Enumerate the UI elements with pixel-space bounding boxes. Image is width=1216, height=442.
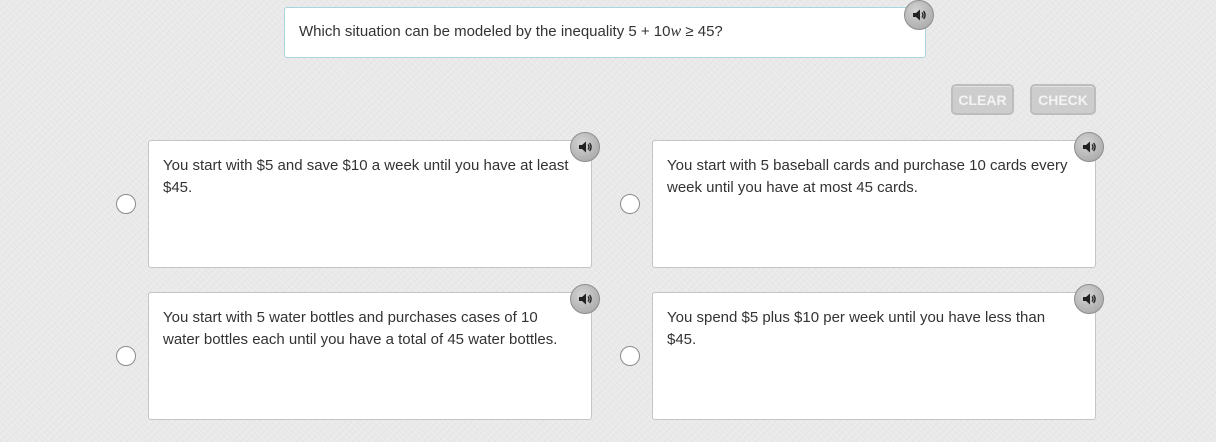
- option-d-speaker-icon[interactable]: [1074, 284, 1104, 314]
- option-c-radio[interactable]: [116, 346, 136, 366]
- option-a-radio[interactable]: [116, 194, 136, 214]
- speaker-icon: [579, 141, 592, 153]
- option-d-text: You spend $5 plus $10 per week until you…: [667, 309, 1046, 348]
- speaker-icon: [1083, 141, 1096, 153]
- question-variable: w: [670, 23, 682, 40]
- option-c-speaker-icon[interactable]: [570, 284, 600, 314]
- question-suffix: ≥ 45?: [681, 23, 723, 40]
- option-a-card[interactable]: You start with $5 and save $10 a week un…: [148, 140, 592, 268]
- question-box: Which situation can be modeled by the in…: [284, 7, 926, 58]
- option-b-text: You start with 5 baseball cards and purc…: [667, 157, 1068, 196]
- speaker-icon: [913, 9, 926, 21]
- option-d-radio[interactable]: [620, 346, 640, 366]
- question-text: Which situation can be modeled by the in…: [299, 23, 723, 41]
- question-prefix: Which situation can be modeled by the in…: [299, 23, 671, 40]
- option-b-card[interactable]: You start with 5 baseball cards and purc…: [652, 140, 1096, 268]
- option-a-speaker-icon[interactable]: [570, 132, 600, 162]
- option-a-text: You start with $5 and save $10 a week un…: [163, 157, 569, 196]
- option-b-speaker-icon[interactable]: [1074, 132, 1104, 162]
- clear-button[interactable]: CLEAR: [951, 84, 1014, 115]
- speaker-icon: [579, 293, 592, 305]
- question-speaker-icon[interactable]: [904, 0, 934, 30]
- option-d-card[interactable]: You spend $5 plus $10 per week until you…: [652, 292, 1096, 420]
- option-c-text: You start with 5 water bottles and purch…: [163, 309, 558, 348]
- speaker-icon: [1083, 293, 1096, 305]
- option-c-card[interactable]: You start with 5 water bottles and purch…: [148, 292, 592, 420]
- check-button[interactable]: CHECK: [1030, 84, 1096, 115]
- option-b-radio[interactable]: [620, 194, 640, 214]
